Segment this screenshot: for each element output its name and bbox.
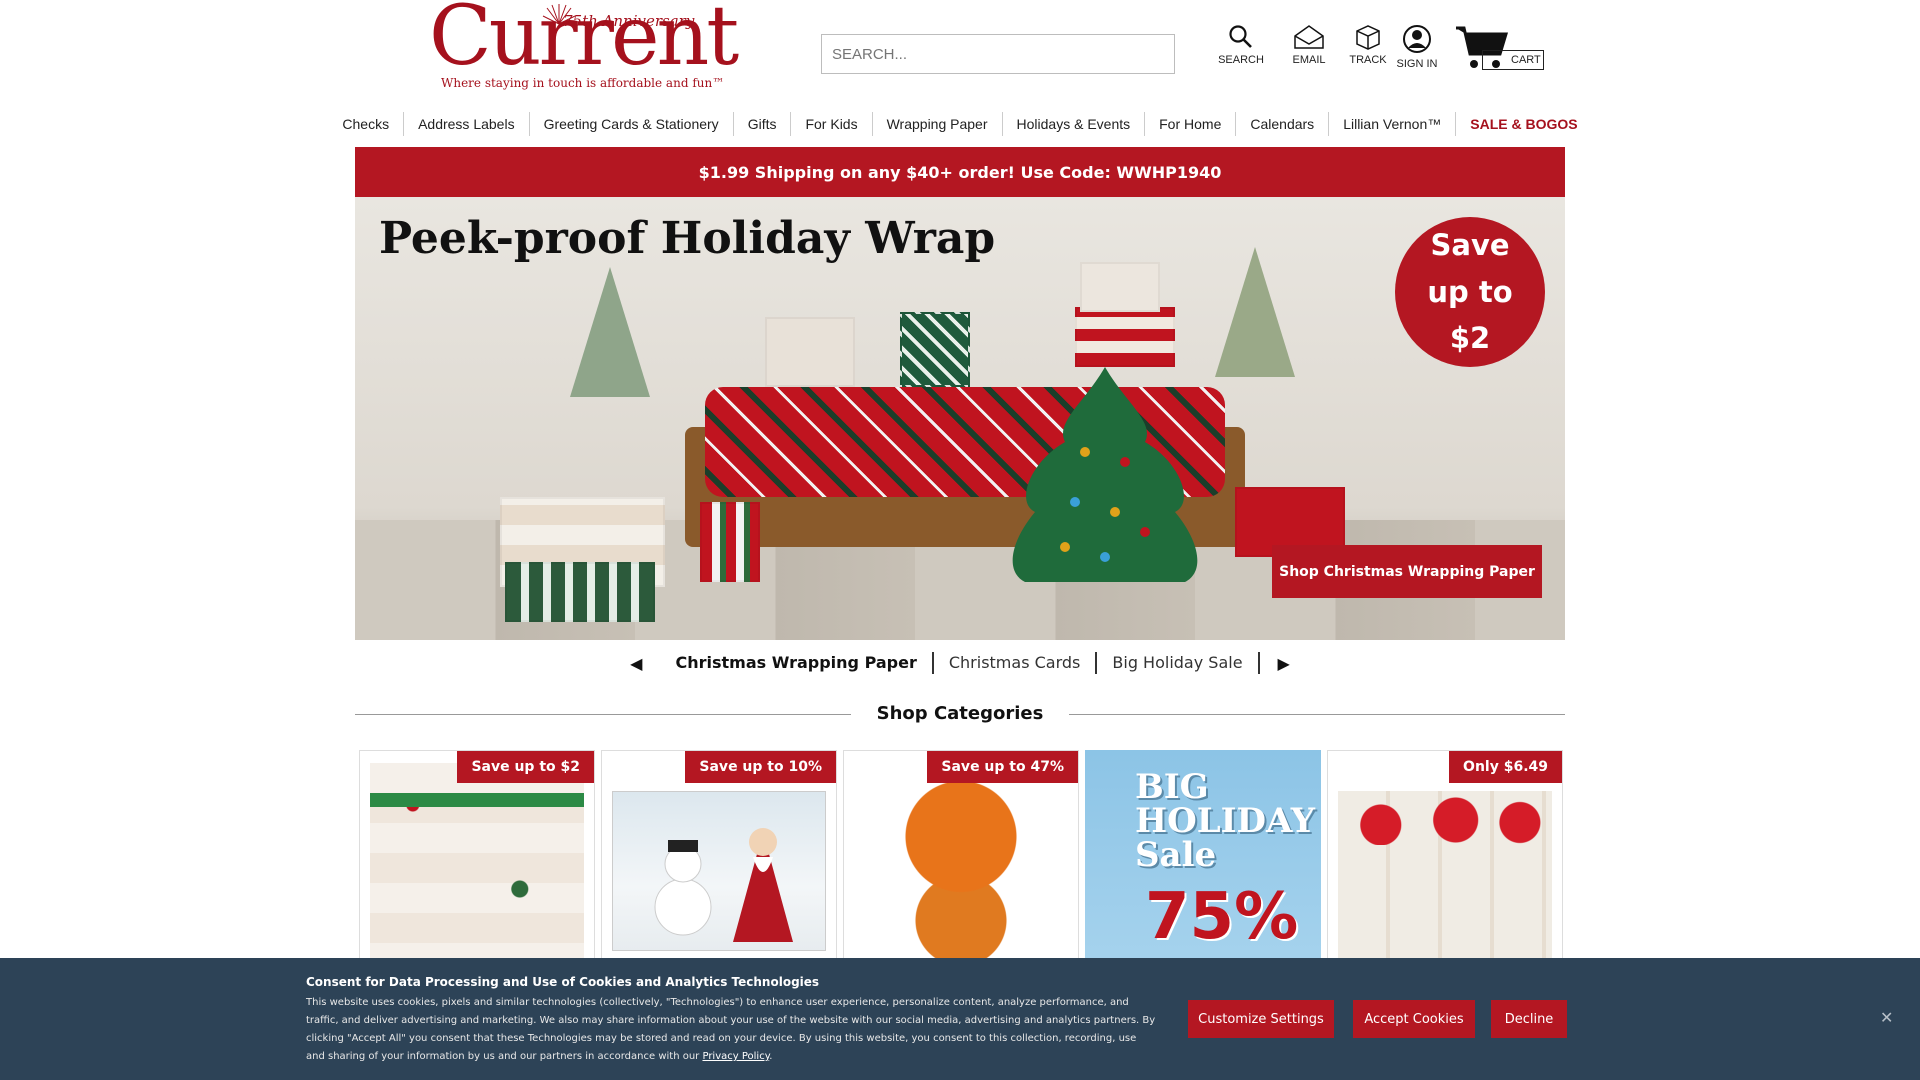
wrapped-gift-image [700,502,760,582]
privacy-policy-link[interactable]: Privacy Policy [702,1051,769,1062]
flower-pumpkin-image [854,763,1068,973]
carousel-item-christmas-wrapping-paper[interactable]: Christmas Wrapping Paper [660,652,934,674]
page: Current 75th Anniversary Where staying i… [0,0,1920,1080]
nav-item-for-home[interactable]: For Home [1145,112,1237,136]
nav-item-checks[interactable]: Checks [328,112,405,136]
wrapped-gift-image [765,317,855,387]
nav-item-address-labels[interactable]: Address Labels [404,112,530,136]
cookie-title: Consent for Data Processing and Use of C… [306,975,820,989]
current-logo[interactable]: Current 75th Anniversary Where staying i… [429,0,739,98]
wrapped-gift-image [1075,307,1175,367]
nav-item-holidays-events[interactable]: Holidays & Events [1003,112,1146,136]
nav-item-calendars[interactable]: Calendars [1236,112,1330,136]
track-label: TRACK [1349,54,1387,66]
bottle-brush-tree-image [570,267,650,397]
site-header: Current 75th Anniversary Where staying i… [355,0,1565,98]
shop-categories-heading: Shop Categories [355,700,1565,730]
search-button[interactable]: SEARCH [1215,24,1267,66]
sign-in-button[interactable]: SIGN IN [1388,24,1446,70]
user-icon [1403,25,1431,53]
big-holiday-sale-art-title: BIG HOLIDAY Sale [1135,767,1315,875]
category-tiles: Save up to $2 Save up to 10% Save up to … [359,750,1565,985]
santa-snowman-illustration [654,828,793,942]
search-label: SEARCH [1218,54,1264,66]
hero-banner[interactable]: Peek-proof Holiday Wrap Save up to $2 Sh… [355,197,1565,640]
tile-badge: Save up to 10% [685,751,836,783]
email-button[interactable]: EMAIL [1285,24,1333,66]
tile-badge: Only $6.49 [1449,751,1562,783]
nav-item-greeting-cards[interactable]: Greeting Cards & Stationery [530,112,734,136]
carousel-prev-icon[interactable]: ◀ [612,654,660,673]
logo-tagline: Where staying in touch is affordable and… [441,76,725,90]
christmas-card-image [612,791,826,951]
shipping-promo-bar[interactable]: $1.99 Shipping on any $40+ order! Use Co… [355,147,1565,197]
cookie-period: . [769,1051,773,1062]
tile-badge: Save up to $2 [457,751,594,783]
wrapped-gift-image [1080,262,1160,312]
big-holiday-sale-art-percent: 75% [1145,880,1299,954]
cookie-consent-banner: Consent for Data Processing and Use of C… [0,958,1920,1080]
cookie-text: This website uses cookies, pixels and si… [306,994,1158,1066]
plush-tree-image [1012,367,1198,582]
email-label: EMAIL [1292,54,1326,66]
bottle-brush-tree-image [1215,247,1295,377]
wrapped-gift-image [505,562,655,622]
shop-christmas-wrapping-paper-button[interactable]: Shop Christmas Wrapping Paper [1272,545,1542,598]
nav-item-lillian-vernon[interactable]: Lillian Vernon™ [1329,112,1457,136]
sign-in-label: SIGN IN [1396,58,1438,70]
decline-button[interactable]: Decline [1491,1000,1567,1038]
hero-carousel-nav: ◀ Christmas Wrapping Paper Christmas Car… [355,648,1565,678]
box-icon [1356,25,1380,50]
accept-cookies-button[interactable]: Accept Cookies [1353,1000,1475,1038]
carousel-item-big-holiday-sale[interactable]: Big Holiday Sale [1097,652,1260,674]
category-tile-christmas-cards[interactable]: Save up to 10% [601,750,837,985]
category-tile-wrapping-paper[interactable]: Save up to $2 [359,750,595,985]
cart-label: CART [1482,50,1544,70]
nav-item-for-kids[interactable]: For Kids [791,112,873,136]
hero-title: Peek-proof Holiday Wrap [379,213,996,264]
shop-categories-title: Shop Categories [876,703,1044,724]
search-input[interactable] [821,34,1175,74]
main-nav: Checks Address Labels Greeting Cards & S… [342,108,1578,140]
nav-item-wrapping-paper[interactable]: Wrapping Paper [873,112,1003,136]
wrapped-gift-image [900,312,970,387]
category-tile-gift-bags[interactable]: Only $6.49 [1327,750,1563,985]
envelope-icon [1294,25,1324,49]
logo-anniversary: 75th Anniversary [563,12,695,30]
category-tile-seasonal-decor[interactable]: Save up to 47% [843,750,1079,985]
nav-item-sale-bogos[interactable]: SALE & BOGOS [1456,112,1591,136]
ribbon-image [370,793,584,807]
nav-item-gifts[interactable]: Gifts [734,112,792,136]
carousel-next-icon[interactable]: ▶ [1260,654,1308,673]
carousel-item-christmas-cards[interactable]: Christmas Cards [934,652,1098,674]
tile-badge: Save up to 47% [927,751,1078,783]
close-icon[interactable]: ✕ [1880,1008,1893,1027]
cart-button[interactable]: CART [1454,24,1554,74]
search-icon [1229,25,1252,48]
tissue-paper-image [1338,795,1552,845]
category-tile-big-holiday-sale[interactable]: BIG HOLIDAY Sale 75% [1085,750,1321,985]
customize-settings-button[interactable]: Customize Settings [1188,1000,1334,1038]
hero-save-badge: Save up to $2 [1395,217,1545,367]
track-button[interactable]: TRACK [1345,24,1391,66]
